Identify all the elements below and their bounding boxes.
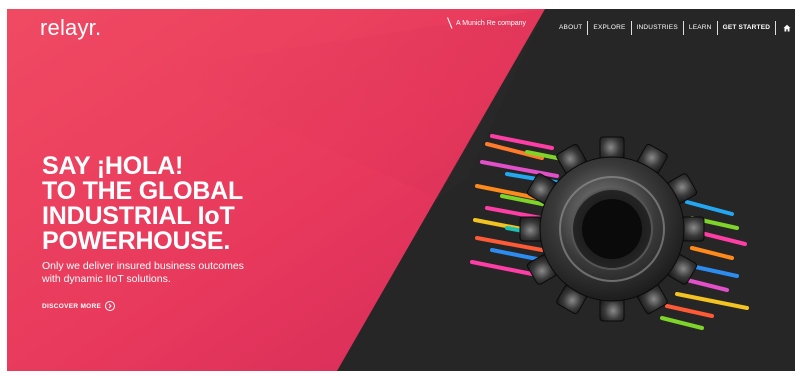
nav-divider bbox=[587, 21, 589, 35]
home-icon[interactable] bbox=[782, 24, 791, 33]
headline-line: INDUSTRIAL IoT bbox=[42, 202, 235, 230]
hero-banner: relayr. A Munich Re company ABOUT EXPLOR… bbox=[7, 9, 795, 371]
headline-line: TO THE GLOBAL bbox=[42, 177, 244, 205]
parent-company-label[interactable]: A Munich Re company bbox=[447, 17, 526, 29]
chevron-right-icon bbox=[105, 301, 116, 311]
subheadline-line: Only we deliver insured business outcome… bbox=[42, 260, 244, 272]
gear-illustration bbox=[470, 134, 749, 330]
discover-more-label: DISCOVER MORE bbox=[42, 302, 102, 310]
subheadline-line: with dynamic IIoT solutions. bbox=[42, 273, 171, 285]
nav-industries[interactable]: INDUSTRIES bbox=[632, 21, 683, 35]
page: relayr. A Munich Re company ABOUT EXPLOR… bbox=[0, 0, 803, 383]
nav-divider bbox=[682, 21, 684, 35]
hero-subheadline: Only we deliver insured business outcome… bbox=[42, 260, 244, 286]
hero-headline: SAY ¡HOLA! TO THE GLOBAL INDUSTRIAL IoT … bbox=[42, 154, 243, 254]
nav-divider bbox=[775, 21, 777, 35]
parent-company-text: A Munich Re company bbox=[456, 19, 527, 27]
headline-line: SAY ¡HOLA! bbox=[42, 152, 184, 180]
main-navigation: ABOUT EXPLORE INDUSTRIES LEARN GET START… bbox=[554, 21, 795, 35]
discover-more-link[interactable]: DISCOVER MORE bbox=[42, 301, 116, 311]
nav-divider bbox=[630, 21, 632, 35]
nav-get-started[interactable]: GET STARTED bbox=[718, 21, 776, 35]
nav-learn[interactable]: LEARN bbox=[684, 21, 717, 35]
nav-divider bbox=[716, 21, 718, 35]
nav-explore[interactable]: EXPLORE bbox=[588, 21, 630, 35]
headline-line: POWERHOUSE. bbox=[42, 227, 231, 255]
nav-about[interactable]: ABOUT bbox=[554, 21, 587, 35]
relayr-logo[interactable]: relayr. bbox=[40, 15, 101, 41]
munich-re-slash-icon bbox=[447, 17, 453, 29]
